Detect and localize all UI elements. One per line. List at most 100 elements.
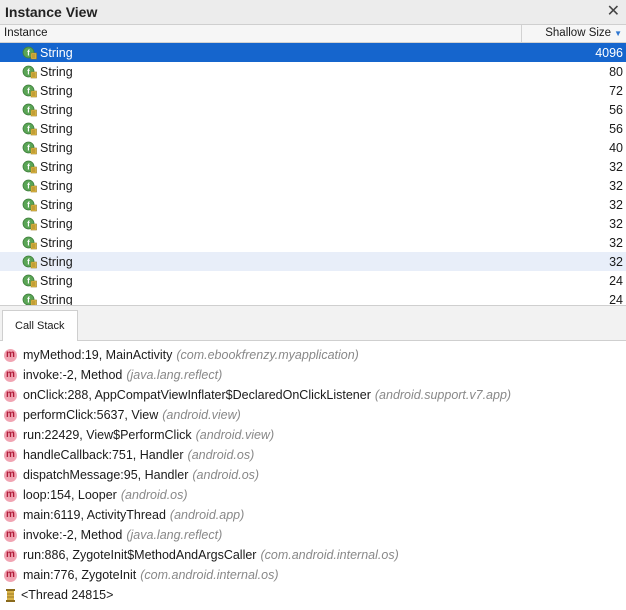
instance-row[interactable]: f String 80 (0, 62, 626, 81)
svg-text:f: f (27, 258, 30, 267)
instance-view-panel: Instance View ✕ Instance Shallow Size ▼ f… (0, 0, 626, 605)
instance-row[interactable]: f String 24 (0, 290, 626, 305)
frame-method: invoke:-2, Method (23, 368, 123, 382)
method-icon: m (4, 488, 17, 502)
stack-frame[interactable]: m run:886, ZygoteInit$MethodAndArgsCaller… (0, 545, 626, 565)
table-header: Instance Shallow Size ▼ (0, 25, 626, 43)
stack-frame[interactable]: m run:22429, View$PerformClick (android.vi… (0, 425, 626, 445)
frame-package: (java.lang.reflect) (126, 368, 223, 382)
instance-name: String (40, 178, 73, 193)
svg-text:f: f (27, 296, 30, 305)
field-icon: f (22, 84, 37, 98)
column-header-shallow-size[interactable]: Shallow Size ▼ (522, 25, 626, 42)
instance-name-cell: f String (0, 178, 523, 193)
panel-title: Instance View (5, 4, 98, 20)
stack-frame[interactable]: m handleCallback:751, Handler (android.os) (0, 445, 626, 465)
field-icon: f (22, 217, 37, 231)
field-icon: f (22, 236, 37, 250)
svg-text:f: f (27, 106, 30, 115)
stack-frame[interactable]: m myMethod:19, MainActivity (com.ebookfren… (0, 345, 626, 365)
stack-frame[interactable]: m onClick:288, AppCompatViewInflater$Decl… (0, 385, 626, 405)
instance-row[interactable]: f String 32 (0, 214, 626, 233)
close-icon[interactable]: ✕ (607, 4, 620, 20)
frame-package: (android.os) (192, 468, 260, 482)
frame-method: run:886, ZygoteInit$MethodAndArgsCaller (23, 548, 257, 562)
field-icon: f (22, 141, 37, 155)
tab-call-stack[interactable]: Call Stack (2, 310, 78, 341)
svg-text:f: f (27, 182, 30, 191)
instance-name-cell: f String (0, 83, 523, 98)
method-icon: m (4, 408, 17, 422)
instance-shallow-size: 32 (609, 197, 623, 212)
instance-row[interactable]: f String 32 (0, 176, 626, 195)
instance-name-cell: f String (0, 197, 523, 212)
instance-shallow-size: 32 (609, 159, 623, 174)
instance-row[interactable]: f String 32 (0, 195, 626, 214)
instance-name: String (40, 273, 73, 288)
instance-row[interactable]: f String 24 (0, 271, 626, 290)
frame-method: onClick:288, AppCompatViewInflater$Decla… (23, 388, 371, 402)
instance-row[interactable]: f String 32 (0, 233, 626, 252)
instance-name: String (40, 197, 73, 212)
instance-name-cell: f String (0, 102, 523, 117)
instance-name: String (40, 235, 73, 250)
method-icon: m (4, 448, 17, 462)
instance-name-cell: f String (0, 254, 523, 269)
stack-frame[interactable]: m performClick:5637, View (android.view) (0, 405, 626, 425)
instance-name-cell: f String (0, 64, 523, 79)
frame-method: myMethod:19, MainActivity (23, 348, 173, 362)
instance-name: String (40, 216, 73, 231)
stack-frame[interactable]: m main:6119, ActivityThread (android.app) (0, 505, 626, 525)
frame-method: handleCallback:751, Handler (23, 448, 184, 462)
method-icon: m (4, 428, 17, 442)
instance-name-cell: f String (0, 159, 523, 174)
instance-shallow-size: 32 (609, 216, 623, 231)
instance-list[interactable]: f String 4096 f String 80 f String 72 f String 56 f S… (0, 43, 626, 306)
instance-row[interactable]: f String 32 (0, 252, 626, 271)
stack-frame[interactable]: m loop:154, Looper (android.os) (0, 485, 626, 505)
field-icon: f (22, 179, 37, 193)
frame-method: performClick:5637, View (23, 408, 159, 422)
instance-row[interactable]: f String 72 (0, 81, 626, 100)
method-icon: m (4, 348, 17, 362)
instance-name: String (40, 140, 73, 155)
frame-package: (android.os) (120, 488, 188, 502)
instance-shallow-size: 40 (609, 140, 623, 155)
instance-shallow-size: 72 (609, 83, 623, 98)
thread-row[interactable]: <Thread 24815> (0, 585, 626, 605)
instance-row[interactable]: f String 40 (0, 138, 626, 157)
field-icon: f (22, 160, 37, 174)
frame-package: (com.ebookfrenzy.myapplication) (176, 348, 359, 362)
instance-name-cell: f String (0, 140, 523, 155)
method-icon: m (4, 368, 17, 382)
svg-text:f: f (27, 87, 30, 96)
instance-row[interactable]: f String 32 (0, 157, 626, 176)
panel-header: Instance View ✕ (0, 0, 626, 25)
instance-row[interactable]: f String 56 (0, 119, 626, 138)
method-icon: m (4, 528, 17, 542)
stack-frame[interactable]: m invoke:-2, Method (java.lang.reflect) (0, 365, 626, 385)
frame-package: (com.android.internal.os) (140, 568, 279, 582)
field-icon: f (22, 293, 37, 305)
method-icon: m (4, 468, 17, 482)
instance-shallow-size: 56 (609, 102, 623, 117)
column-header-shallow-size-label: Shallow Size (545, 27, 612, 39)
instance-row[interactable]: f String 56 (0, 100, 626, 119)
instance-name: String (40, 159, 73, 174)
frame-package: (android.support.v7.app) (374, 388, 512, 402)
frame-package: (android.app) (169, 508, 245, 522)
stack-frame[interactable]: m main:776, ZygoteInit (com.android.intern… (0, 565, 626, 585)
instance-name: String (40, 64, 73, 79)
stack-frame[interactable]: m invoke:-2, Method (java.lang.reflect) (0, 525, 626, 545)
instance-name-cell: f String (0, 121, 523, 136)
field-icon: f (22, 46, 37, 60)
instance-name: String (40, 45, 73, 60)
instance-row[interactable]: f String 4096 (0, 43, 626, 62)
stack-frame[interactable]: m dispatchMessage:95, Handler (android.os) (0, 465, 626, 485)
call-stack-list[interactable]: m myMethod:19, MainActivity (com.ebookfren… (0, 341, 626, 605)
instance-name: String (40, 102, 73, 117)
column-header-instance[interactable]: Instance (0, 25, 522, 42)
field-icon: f (22, 255, 37, 269)
svg-text:f: f (27, 201, 30, 210)
frame-method: run:22429, View$PerformClick (23, 428, 192, 442)
